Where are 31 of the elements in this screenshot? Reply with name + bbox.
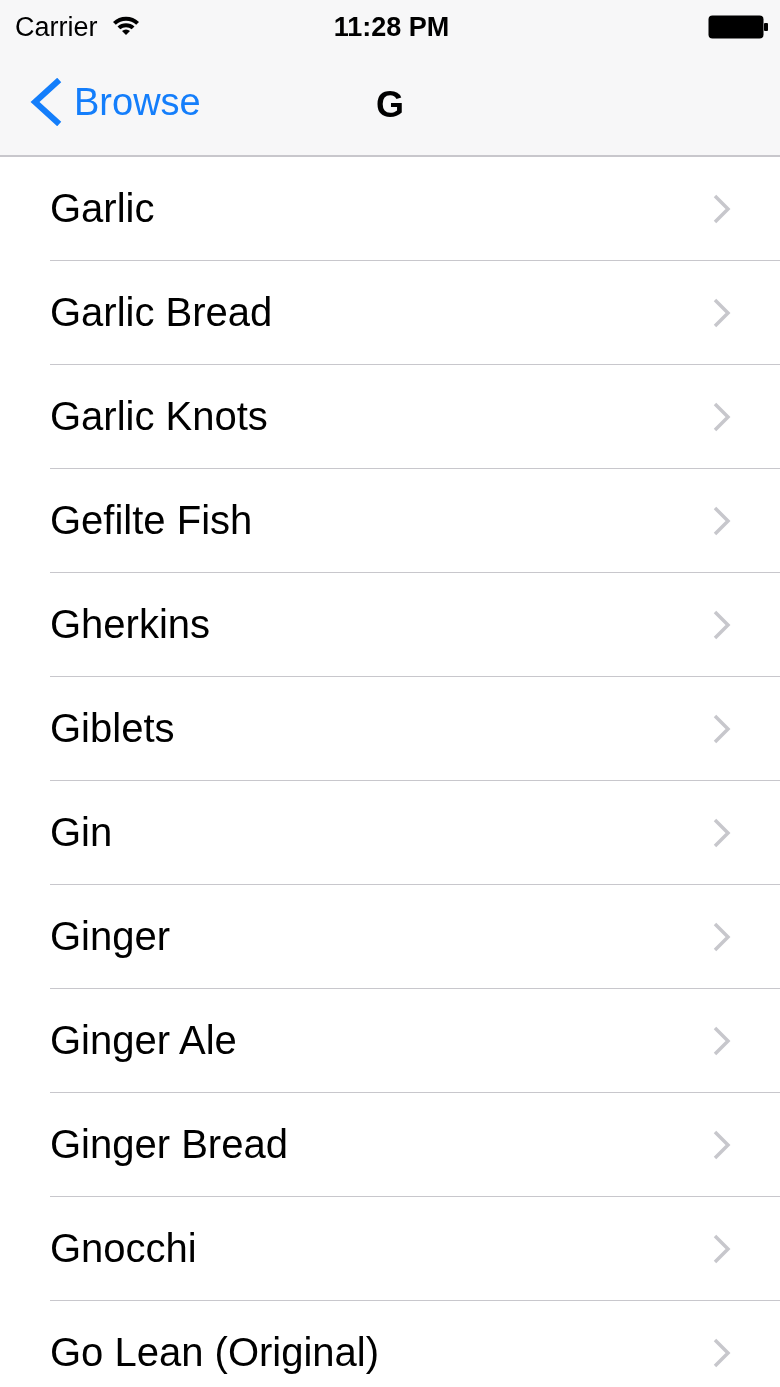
chevron-right-icon <box>712 193 732 224</box>
chevron-right-icon <box>712 1025 732 1056</box>
chevron-right-icon <box>712 505 732 536</box>
list-row[interactable]: Gin <box>50 781 780 885</box>
list-row[interactable]: Gherkins <box>50 573 780 677</box>
list-row[interactable]: Ginger <box>50 885 780 989</box>
chevron-right-icon <box>712 921 732 952</box>
list-row[interactable]: Garlic Bread <box>50 261 780 365</box>
chevron-right-icon <box>712 297 732 328</box>
list-row[interactable]: Gefilte Fish <box>50 469 780 573</box>
battery-icon <box>708 15 768 39</box>
chevron-right-icon <box>712 1233 732 1264</box>
chevron-right-icon <box>712 401 732 432</box>
chevron-right-icon <box>712 713 732 744</box>
list-row[interactable]: Go Lean (Original) <box>50 1301 780 1387</box>
back-button[interactable]: Browse <box>28 78 201 126</box>
wifi-icon <box>111 15 140 35</box>
chevron-right-icon <box>712 1337 732 1368</box>
list-row[interactable]: Garlic Knots <box>50 365 780 469</box>
list-row[interactable]: Garlic <box>50 157 780 261</box>
list-row[interactable]: Ginger Ale <box>50 989 780 1093</box>
chevron-right-icon <box>712 1129 732 1160</box>
status-time: 11:28 PM <box>333 11 450 43</box>
list-row[interactable]: Ginger Bread <box>50 1093 780 1197</box>
carrier-label: Carrier <box>15 11 98 43</box>
chevron-right-icon <box>712 609 732 640</box>
chevron-left-icon <box>28 78 62 126</box>
nav-title: G <box>376 83 404 126</box>
list-row[interactable]: Giblets <box>50 677 780 781</box>
list-row[interactable]: Gnocchi <box>50 1197 780 1301</box>
chevron-right-icon <box>712 817 732 848</box>
